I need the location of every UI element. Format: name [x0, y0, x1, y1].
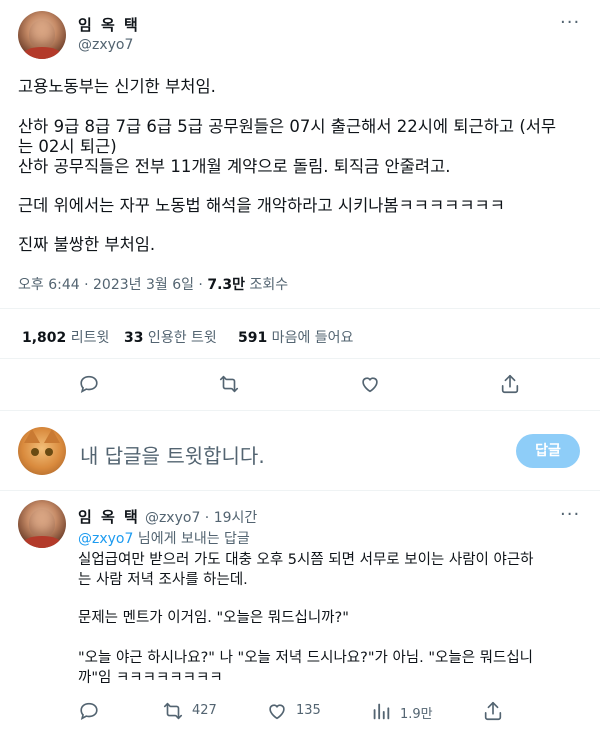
replying-to: @zxyo7 님에게 보내는 답글 — [78, 528, 250, 548]
reply-text-line: 실업급여만 받으러 가도 대충 오후 5시쯤 되면 서무로 보이는 사람이 야근… — [78, 552, 534, 568]
tweet-timestamp[interactable]: 오후 6:44 · 2023년 3월 6일 · — [18, 277, 207, 293]
tweet-timestamp-row: 오후 6:44 · 2023년 3월 6일 · 7.3만 조회수 — [18, 274, 288, 294]
likes-label: 마음에 들어요 — [267, 330, 354, 346]
reply-author-name[interactable]: 임 옥 택 — [78, 508, 140, 526]
quotes-stat[interactable]: 33 인용한 트윗 — [124, 327, 217, 347]
reply-action-reply-icon[interactable] — [78, 700, 98, 720]
likes-stat[interactable]: 591 마음에 들어요 — [238, 327, 353, 347]
reply-header: 임 옥 택 @zxyo7 · 19시간 — [78, 506, 257, 527]
more-options-icon[interactable]: ··· — [560, 12, 580, 33]
tweet-text-line: 고용노동부는 신기한 부처임. — [18, 77, 216, 96]
reply-text-line: 까"임 ㅋㅋㅋㅋㅋㅋㅋㅋ — [78, 670, 223, 686]
reply-text-line: 는 사람 저녁 조사를 하는데. — [78, 572, 248, 588]
tweet-text-line: 산하 9급 8급 7급 6급 5급 공무원들은 07시 출근해서 22시에 퇴근… — [18, 117, 557, 136]
current-user-avatar[interactable] — [18, 427, 66, 475]
views-count: 7.3만 — [207, 277, 246, 293]
author-avatar[interactable] — [18, 11, 66, 59]
retweets-label: 리트윗 — [66, 330, 110, 346]
reply-text-line: 문제는 멘트가 이거임. "오늘은 뭐드십니까?" — [78, 610, 349, 626]
tweet-text-line: 산하 공무직들은 전부 11개월 계약으로 돌림. 퇴직금 안줄려고. — [18, 157, 451, 176]
reply-action-like-icon[interactable] — [266, 700, 286, 720]
replying-to-label: 님에게 보내는 답글 — [133, 531, 250, 547]
retweets-stat[interactable]: 1,802 리트윗 — [22, 327, 109, 347]
tweet-text-line: 진짜 불쌍한 부처임. — [18, 235, 156, 254]
reply-retweet-count: 427 — [192, 703, 217, 718]
reply-icon[interactable] — [78, 373, 100, 395]
views-label: 조회수 — [245, 277, 289, 293]
reply-views-count: 1.9만 — [400, 707, 433, 722]
reply-more-options-icon[interactable]: ··· — [560, 504, 580, 525]
reply-action-share-icon[interactable] — [482, 700, 502, 721]
reply-author-avatar[interactable] — [18, 500, 66, 548]
likes-count: 591 — [238, 330, 268, 346]
like-icon[interactable] — [359, 373, 381, 395]
retweet-icon[interactable] — [218, 373, 240, 395]
reply-action-views-icon[interactable] — [370, 700, 390, 720]
tweet-text-line: 는 02시 퇴근) — [18, 137, 117, 156]
reply-button[interactable]: 답글 — [516, 434, 580, 468]
tweet-text-line: 근데 위에서는 자꾸 노동법 해석을 개악하라고 시키나봄ㅋㅋㅋㅋㅋㅋㅋ — [18, 196, 505, 215]
reply-input[interactable]: 내 답글을 트윗합니다. — [80, 440, 265, 469]
reply-action-retweet-icon[interactable] — [162, 700, 183, 720]
reply-like-count: 135 — [296, 703, 321, 718]
retweets-count: 1,802 — [22, 330, 67, 346]
reply-text-line: "오늘 야근 하시나요?" 나 "오늘 저녁 드시나요?"가 아님. "오늘은 … — [78, 650, 534, 666]
share-icon[interactable] — [499, 373, 521, 395]
reply-author-handle[interactable]: @zxyo7 · 19시간 — [145, 510, 257, 526]
quotes-label: 인용한 트윗 — [143, 330, 217, 346]
quotes-count: 33 — [124, 330, 144, 346]
author-handle[interactable]: @zxyo7 — [78, 37, 133, 53]
replying-to-handle[interactable]: @zxyo7 — [78, 531, 133, 547]
author-name[interactable]: 임 옥 택 — [78, 14, 140, 35]
